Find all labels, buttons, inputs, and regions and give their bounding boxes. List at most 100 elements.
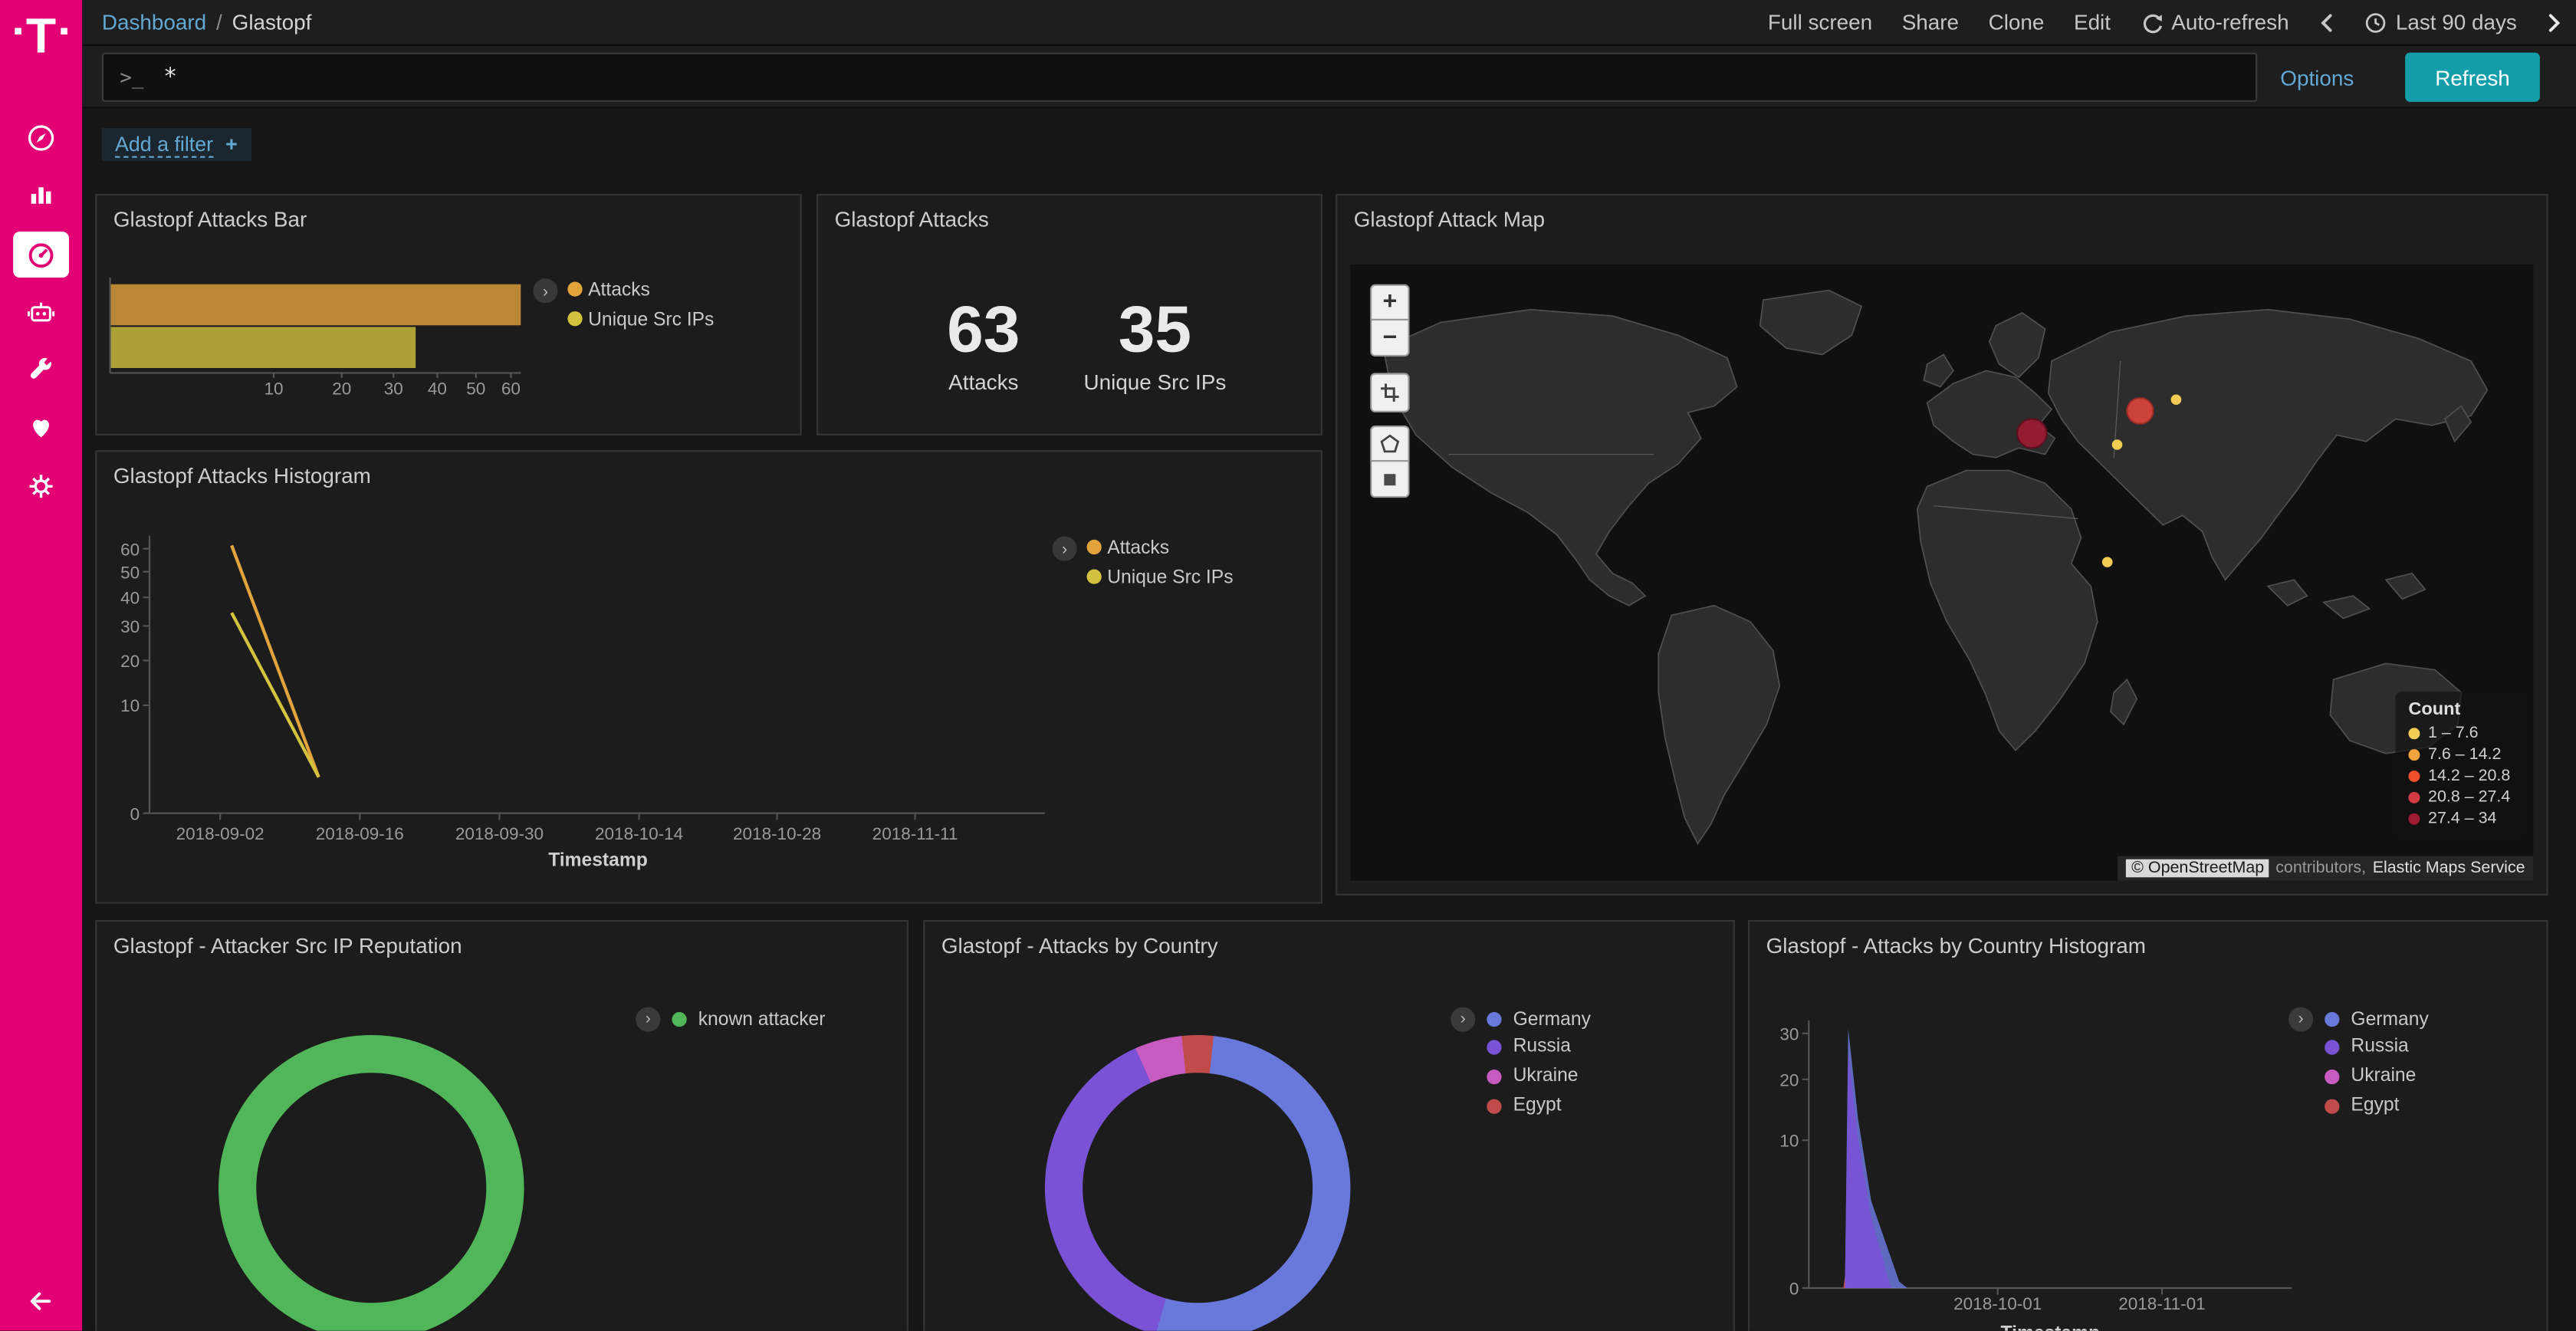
legend-item[interactable]: Ukraine [1513,1066,1579,1086]
auto-refresh-button[interactable]: Auto-refresh [2141,10,2289,35]
share-button[interactable]: Share [1902,10,1959,35]
legend-toggle-icon[interactable]: › [2288,1007,2313,1032]
panel-title[interactable]: Glastopf - Attacks by Country [941,933,1218,958]
gear-icon[interactable] [25,470,58,503]
legend-toggle-icon[interactable]: › [1451,1007,1475,1032]
panel-title[interactable]: Glastopf - Attacks by Country Histogram [1766,933,2146,958]
panel-attacks-bar: Glastopf Attacks Bar 10 20 30 40 50 60 ›… [95,194,801,435]
attack-marker-yellow[interactable] [2112,439,2123,449]
legend-item[interactable]: known attacker [698,1010,826,1030]
query-bar: >_ Options Refresh [82,46,2576,108]
metric-value: 63 [913,297,1054,363]
panel-title[interactable]: Glastopf Attacks Histogram [113,463,371,488]
legend-item[interactable]: Russia [1513,1037,1571,1057]
chevron-right-icon: › [1062,540,1067,558]
x-tick: 40 [428,379,447,398]
attack-marker-yellow[interactable] [2102,557,2113,567]
collapse-arrow-icon[interactable] [25,1285,58,1318]
legend-row: Russia [1487,1037,1571,1057]
search-input[interactable] [163,64,2134,90]
legend-dot [1487,1069,1501,1083]
panel-title[interactable]: Glastopf - Attacker Src IP Reputation [113,933,462,958]
continent-north-america [1383,310,1737,606]
legend-item[interactable]: Unique Src IPs [1107,567,1233,588]
legend-item[interactable]: Unique Src IPs [588,309,714,330]
legend-item[interactable]: Ukraine [2351,1066,2416,1086]
y-tick: 10 [1779,1132,1799,1151]
legend-dot-unique [567,311,582,326]
x-tick: 2018-11-11 [872,824,958,843]
island-greenland [1760,291,1861,355]
add-filter-button[interactable]: Add a filter + [102,128,251,161]
ems-attribution-link[interactable]: Elastic Maps Service [2373,859,2525,878]
sidebar-item-dashboard-active[interactable] [13,232,69,278]
world-map[interactable]: + − Count [1350,265,2533,881]
panel-title[interactable]: Glastopf Attacks [835,207,989,232]
crop-icon [1380,383,1400,403]
legend-dot [1487,1039,1501,1053]
island-uk [1924,354,1953,386]
bar-attacks[interactable] [110,284,521,326]
polygon-tool-button[interactable] [1370,426,1409,462]
legend-item[interactable]: Egypt [1513,1096,1562,1116]
legend-dot [2408,749,2420,761]
chevron-right-icon[interactable] [2546,11,2562,34]
attack-marker-red[interactable] [2127,398,2153,424]
island-new-guinea [2386,573,2425,600]
legend-item[interactable]: Russia [2351,1037,2408,1057]
line-chart[interactable]: 60 50 40 30 20 10 0 2018-09-02 2018-09-1… [97,452,1324,905]
full-screen-button[interactable]: Full screen [1768,10,1872,35]
x-tick: 2018-09-16 [316,824,404,843]
attack-marker-maroon[interactable] [2017,419,2046,448]
bar-chart-icon[interactable] [25,177,58,210]
zoom-out-button[interactable]: − [1370,320,1409,357]
legend-item[interactable]: Germany [2351,1010,2428,1030]
zoom-in-button[interactable]: + [1370,284,1409,320]
metric-unique-src-ips: 35 Unique Src IPs [1084,297,1227,394]
legend-dot-unique [1087,570,1102,584]
attack-marker-yellow[interactable] [2171,395,2182,405]
bar-unique-src-ips[interactable] [110,327,416,368]
x-tick: 60 [501,379,521,398]
refresh-cycle-icon [2141,11,2164,34]
panel-title[interactable]: Glastopf Attack Map [1354,207,1545,232]
breadcrumb: Dashboard / Glastopf [102,10,312,35]
legend-title: Count [2408,700,2510,720]
legend-item[interactable]: Germany [1513,1010,1591,1030]
robot-icon[interactable] [25,296,58,329]
options-link[interactable]: Options [2280,46,2354,108]
app-sidebar: T [0,0,82,1331]
refresh-button[interactable]: Refresh [2405,53,2540,102]
compass-icon[interactable] [25,122,58,155]
wrench-icon[interactable] [25,353,58,386]
legend-toggle-icon[interactable]: › [636,1007,660,1032]
legend-dot-attacks [567,282,582,297]
legend-item[interactable]: Attacks [1107,537,1169,558]
fit-bounds-button[interactable] [1370,373,1409,412]
donut-known-attacker[interactable] [219,1035,524,1331]
time-range-picker[interactable]: Last 90 days [2364,10,2517,35]
x-tick: 20 [332,379,351,398]
edit-button[interactable]: Edit [2074,10,2111,35]
area-chart[interactable]: 30 20 10 0 2018-10-01 2018-11-01 Timesta… [1750,922,2550,1331]
map-count-legend: Count 1 – 7.6 7.6 – 14.2 14.2 – 20.8 20.… [2395,692,2523,838]
legend-item[interactable]: Attacks [588,280,650,301]
horizontal-bar-chart[interactable]: 10 20 30 40 50 60 › Attacks Unique Src I… [97,196,803,437]
rectangle-tool-button[interactable] [1370,462,1409,498]
metric-value: 35 [1084,297,1227,363]
search-input-box[interactable]: >_ [102,53,2257,102]
legend-item[interactable]: Egypt [2351,1096,2399,1116]
heartbeat-icon[interactable] [25,411,58,444]
metric-label: Attacks [913,370,1054,394]
breadcrumb-dashboard-link[interactable]: Dashboard [102,10,206,35]
chevron-left-icon[interactable] [2318,11,2334,34]
x-tick: 2018-10-28 [733,824,821,843]
legend-dot [2325,1012,2339,1027]
x-axis-label: Timestamp [548,850,648,870]
island-sumatra [2268,580,2307,606]
panel-title[interactable]: Glastopf Attacks Bar [113,207,307,232]
y-tick: 10 [120,696,140,715]
panel-attacks-metric: Glastopf Attacks 63 Attacks 35 Unique Sr… [816,194,1322,435]
osm-attribution-link[interactable]: © OpenStreetMap [2127,859,2269,878]
clone-button[interactable]: Clone [1989,10,2045,35]
